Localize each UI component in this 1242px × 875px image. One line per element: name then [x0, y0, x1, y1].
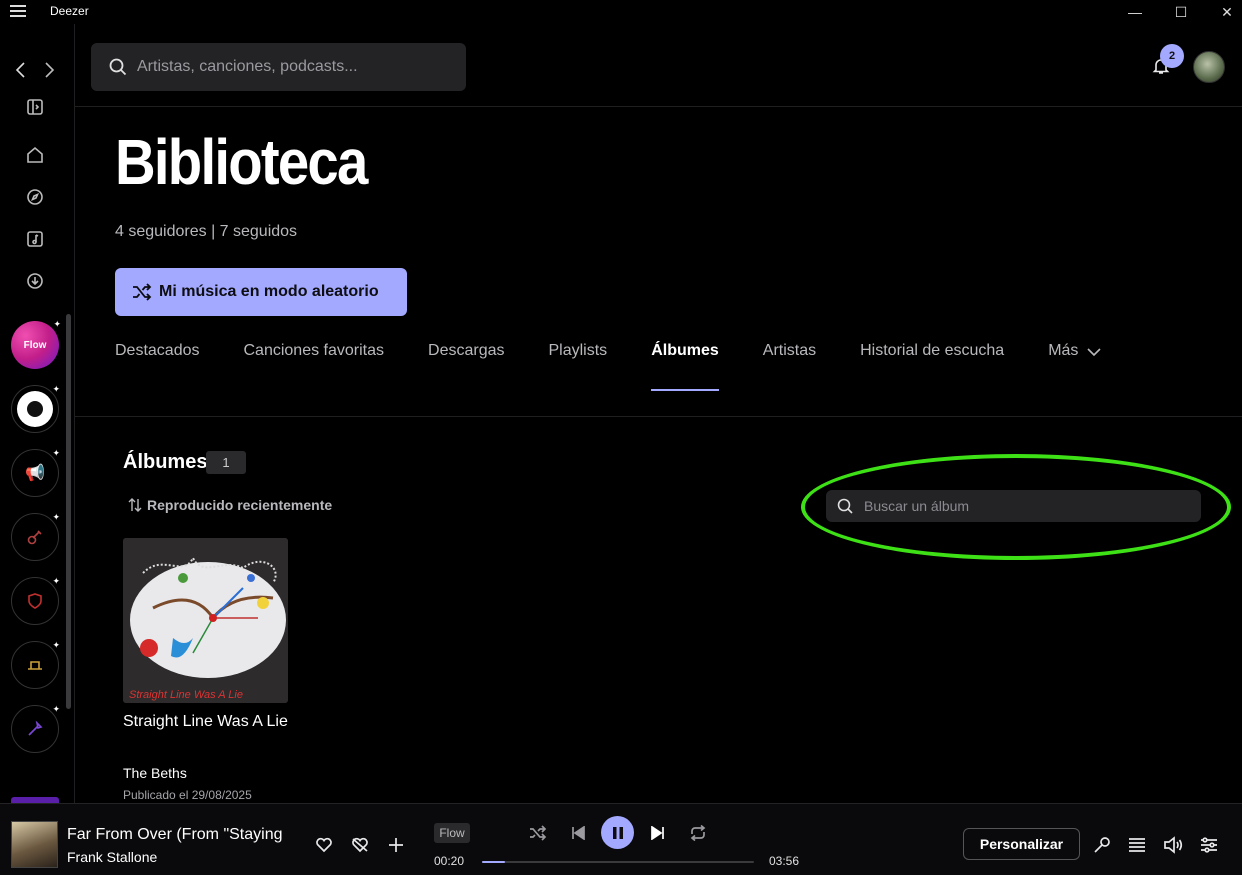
tab-artistas[interactable]: Artistas: [763, 342, 816, 391]
shuffle-my-music-button[interactable]: Mi música en modo aleatorio: [115, 268, 407, 316]
now-playing-cover[interactable]: [11, 821, 58, 868]
pinned-item-6[interactable]: ✦: [11, 704, 60, 753]
equalizer-settings-icon[interactable]: [1199, 835, 1219, 855]
pinned-item-3[interactable]: ✦: [11, 512, 60, 561]
pin-icon: ✦: [52, 512, 60, 522]
tab-divider: [75, 416, 1242, 417]
hat-icon: [28, 661, 42, 670]
progress-fill: [482, 861, 506, 863]
tab-more[interactable]: Más: [1048, 342, 1102, 391]
album-art-text: Straight Line Was A Lie: [129, 689, 243, 701]
sidebar: Flow ✦ ✦ 📢 ✦ ✦ ✦ ✦ ✦: [0, 24, 75, 803]
tab-canciones-favoritas[interactable]: Canciones favoritas: [244, 342, 385, 391]
shuffle-label: Mi música en modo aleatorio: [159, 283, 379, 300]
pause-icon: [612, 826, 623, 839]
repeat-icon[interactable]: [688, 823, 708, 843]
library-music-icon[interactable]: [23, 227, 47, 251]
pinned-item-4[interactable]: ✦: [11, 576, 60, 625]
chevron-down-icon: [1087, 348, 1101, 357]
shield-icon: [28, 593, 42, 609]
flow-pin[interactable]: Flow ✦: [11, 319, 61, 369]
collapse-sidebar-icon[interactable]: [23, 95, 47, 119]
shuffle-icon[interactable]: [528, 823, 548, 843]
pinned-item-1[interactable]: ✦: [11, 384, 60, 433]
page-title: Biblioteca: [115, 126, 368, 198]
album-release-date: Publicado el 29/08/2025: [123, 788, 252, 802]
album-title[interactable]: Straight Line Was A Lie: [123, 710, 293, 734]
title-bar: Deezer — ☐ ✕: [0, 0, 1242, 24]
tab-more-label: Más: [1048, 342, 1079, 359]
wand-icon: [28, 720, 43, 736]
albums-heading: Álbumes: [123, 451, 208, 473]
tab-descargas[interactable]: Descargas: [428, 342, 504, 391]
elapsed-time: 00:20: [434, 854, 465, 868]
queue-icon[interactable]: [1127, 835, 1147, 855]
search-icon: [109, 58, 127, 76]
album-cover[interactable]: Straight Line Was A Lie: [123, 538, 288, 703]
source-tag: Flow: [434, 823, 470, 843]
notification-badge: 2: [1160, 44, 1184, 68]
tab-albumes[interactable]: Álbumes: [651, 342, 719, 391]
sort-label: Reproducido recientemente: [147, 497, 333, 513]
pinned-item-2[interactable]: 📢 ✦: [11, 448, 60, 497]
albums-count-badge: 1: [206, 451, 246, 474]
shuffle-icon: [133, 283, 152, 301]
hamburger-menu-icon[interactable]: [10, 5, 26, 19]
tab-destacados[interactable]: Destacados: [115, 342, 200, 391]
track-title[interactable]: Far From Over (From "Staying: [67, 826, 282, 844]
global-search[interactable]: [91, 43, 466, 91]
megaphone-icon: 📢: [25, 465, 45, 482]
track-artist[interactable]: Frank Stallone: [67, 849, 157, 865]
sort-icon: [128, 498, 142, 512]
next-icon[interactable]: [648, 823, 668, 843]
back-icon[interactable]: [9, 58, 33, 82]
maximize-button[interactable]: ☐: [1158, 0, 1204, 24]
search-icon: [837, 498, 853, 514]
download-icon[interactable]: [23, 269, 47, 293]
album-search-input[interactable]: [864, 496, 1184, 516]
pin-icon: ✦: [52, 448, 60, 458]
sort-button[interactable]: Reproducido recientemente: [127, 497, 332, 513]
main-content: Biblioteca 4 seguidores | 7 seguidos Mi …: [75, 107, 1242, 803]
personalize-button[interactable]: Personalizar: [963, 828, 1080, 860]
volume-icon[interactable]: [1163, 835, 1183, 855]
favorite-heart-icon[interactable]: [314, 835, 334, 855]
guitar-icon: [27, 530, 42, 545]
tab-historial[interactable]: Historial de escucha: [860, 342, 1004, 391]
flow-pin-label: Flow: [23, 339, 47, 351]
player-bar: Far From Over (From "Staying Frank Stall…: [0, 803, 1242, 875]
pinned-item-5[interactable]: ✦: [11, 640, 60, 689]
pause-button[interactable]: [601, 816, 634, 849]
pin-icon: ✦: [52, 640, 60, 650]
sidebar-scrollbar[interactable]: [66, 314, 71, 709]
progress-bar[interactable]: [482, 861, 754, 863]
total-duration: 03:56: [769, 854, 800, 868]
explore-icon[interactable]: [23, 185, 47, 209]
library-tabs: Destacados Canciones favoritas Descargas…: [115, 342, 1146, 392]
follow-stats: 4 seguidores | 7 seguidos: [115, 223, 298, 240]
pin-icon: ✦: [52, 384, 60, 394]
forward-icon[interactable]: [37, 58, 61, 82]
app-title: Deezer: [50, 4, 89, 18]
dislike-heart-icon[interactable]: [350, 835, 370, 855]
album-search[interactable]: [826, 490, 1201, 522]
pin-icon: ✦: [53, 319, 61, 329]
search-input[interactable]: [137, 55, 457, 79]
album-artist[interactable]: The Beths: [123, 765, 187, 781]
album-art: Straight Line Was A Lie: [123, 538, 288, 703]
home-icon[interactable]: [23, 143, 47, 167]
previous-icon[interactable]: [568, 823, 588, 843]
tab-playlists[interactable]: Playlists: [549, 342, 608, 391]
add-icon[interactable]: [386, 835, 406, 855]
top-bar: 2: [75, 24, 1242, 107]
minimize-button[interactable]: —: [1112, 0, 1158, 24]
pin-icon: ✦: [52, 704, 60, 714]
pin-icon: ✦: [52, 576, 60, 586]
microphone-icon[interactable]: [1092, 835, 1112, 855]
avatar[interactable]: [1193, 51, 1225, 83]
radio-icon: [17, 391, 53, 427]
close-button[interactable]: ✕: [1204, 0, 1242, 24]
